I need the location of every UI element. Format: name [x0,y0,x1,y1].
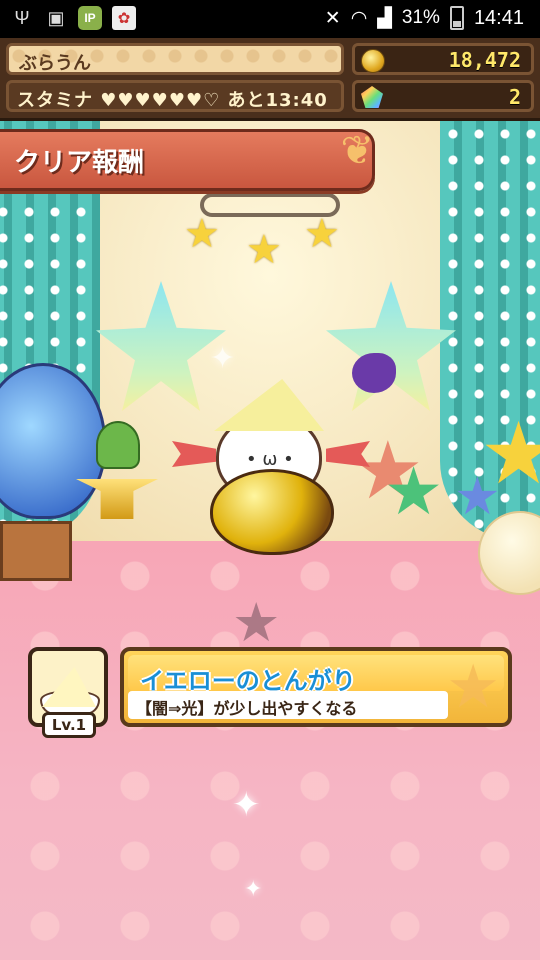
hanging-star-icon: ★ [184,211,220,257]
floor-shadow-star: ★ [232,591,281,654]
item-description: 【闇⇒光】が少し出やすくなる [136,699,358,718]
item-desc-bar: 【闇⇒光】が少し出やすくなる [128,691,448,719]
green-star-icon: ★ [384,453,444,530]
hatched-monster[interactable]: • ω • [172,379,370,555]
player-name: ぶらうん [19,53,91,74]
coin-box[interactable]: 18,472 [352,43,534,75]
purple-dragon-icon [352,353,396,393]
golden-egg-shell [210,469,334,555]
stamina-label: スタミナ ♥♥♥♥♥♥♡ あと13:40 [17,90,328,111]
sparkle-icon: ✦ [244,877,263,902]
sparkle-icon: ✦ [232,785,261,825]
reward-item-card[interactable]: イエローのとんがり ★ 【闇⇒光】が少し出やすくなる [120,647,512,727]
mini-hat-icon [42,667,96,707]
level-badge: Lv.1 [42,712,96,738]
hanging-mobile: ★ ★ ★ [184,183,350,283]
player-name-box[interactable]: ぶらうん [6,43,344,75]
wooden-crate [0,521,72,581]
gem-count: 2 [508,85,521,109]
ip-app-icon: IP [78,6,102,30]
bow-app-icon: ✿ [112,6,136,30]
wifi-icon: ◠ [350,7,368,29]
yellow-star-icon: ★ [480,404,540,504]
signal-icon: ▟ [377,7,392,29]
mute-icon: ✕ [324,7,341,29]
clear-reward-banner: クリア報酬 ❦ [0,128,375,191]
status-bar: Ψ ▣ IP ✿ ✕ ◠ ▟ 31% 14:41 [0,0,540,38]
hanging-star-icon: ★ [304,211,340,257]
card-star-icon: ★ [446,652,500,722]
cactus-icon [96,421,140,469]
battery-icon [449,6,464,30]
player-header: ぶらうん スタミナ ♥♥♥♥♥♥♡ あと13:40 18,472 2 [0,38,540,121]
hanging-star-icon: ★ [246,227,282,273]
image-icon: ▣ [47,7,65,28]
banner-title: クリア報酬 [14,148,145,178]
banner-wing-icon: ❦ [340,128,374,174]
coin-icon [361,49,385,73]
monster-face: • ω • [246,449,294,470]
battery-percent: 31% [401,7,440,28]
usb-icon: Ψ [14,7,30,28]
gem-icon [361,86,383,108]
gem-box[interactable]: 2 [352,80,534,112]
sparkle-icon: ✦ [210,341,236,376]
coin-count: 18,472 [448,48,521,72]
stamina-box[interactable]: スタミナ ♥♥♥♥♥♥♡ あと13:40 [6,80,344,112]
reward-stage[interactable]: ★ ★ ★ ★ ★ ★ ★ • ω • ★ ✦ ✦ ✦ Lv.1 イエローのとん… [0,121,540,960]
clock: 14:41 [473,6,524,29]
yellow-pointy-hat [214,379,324,431]
